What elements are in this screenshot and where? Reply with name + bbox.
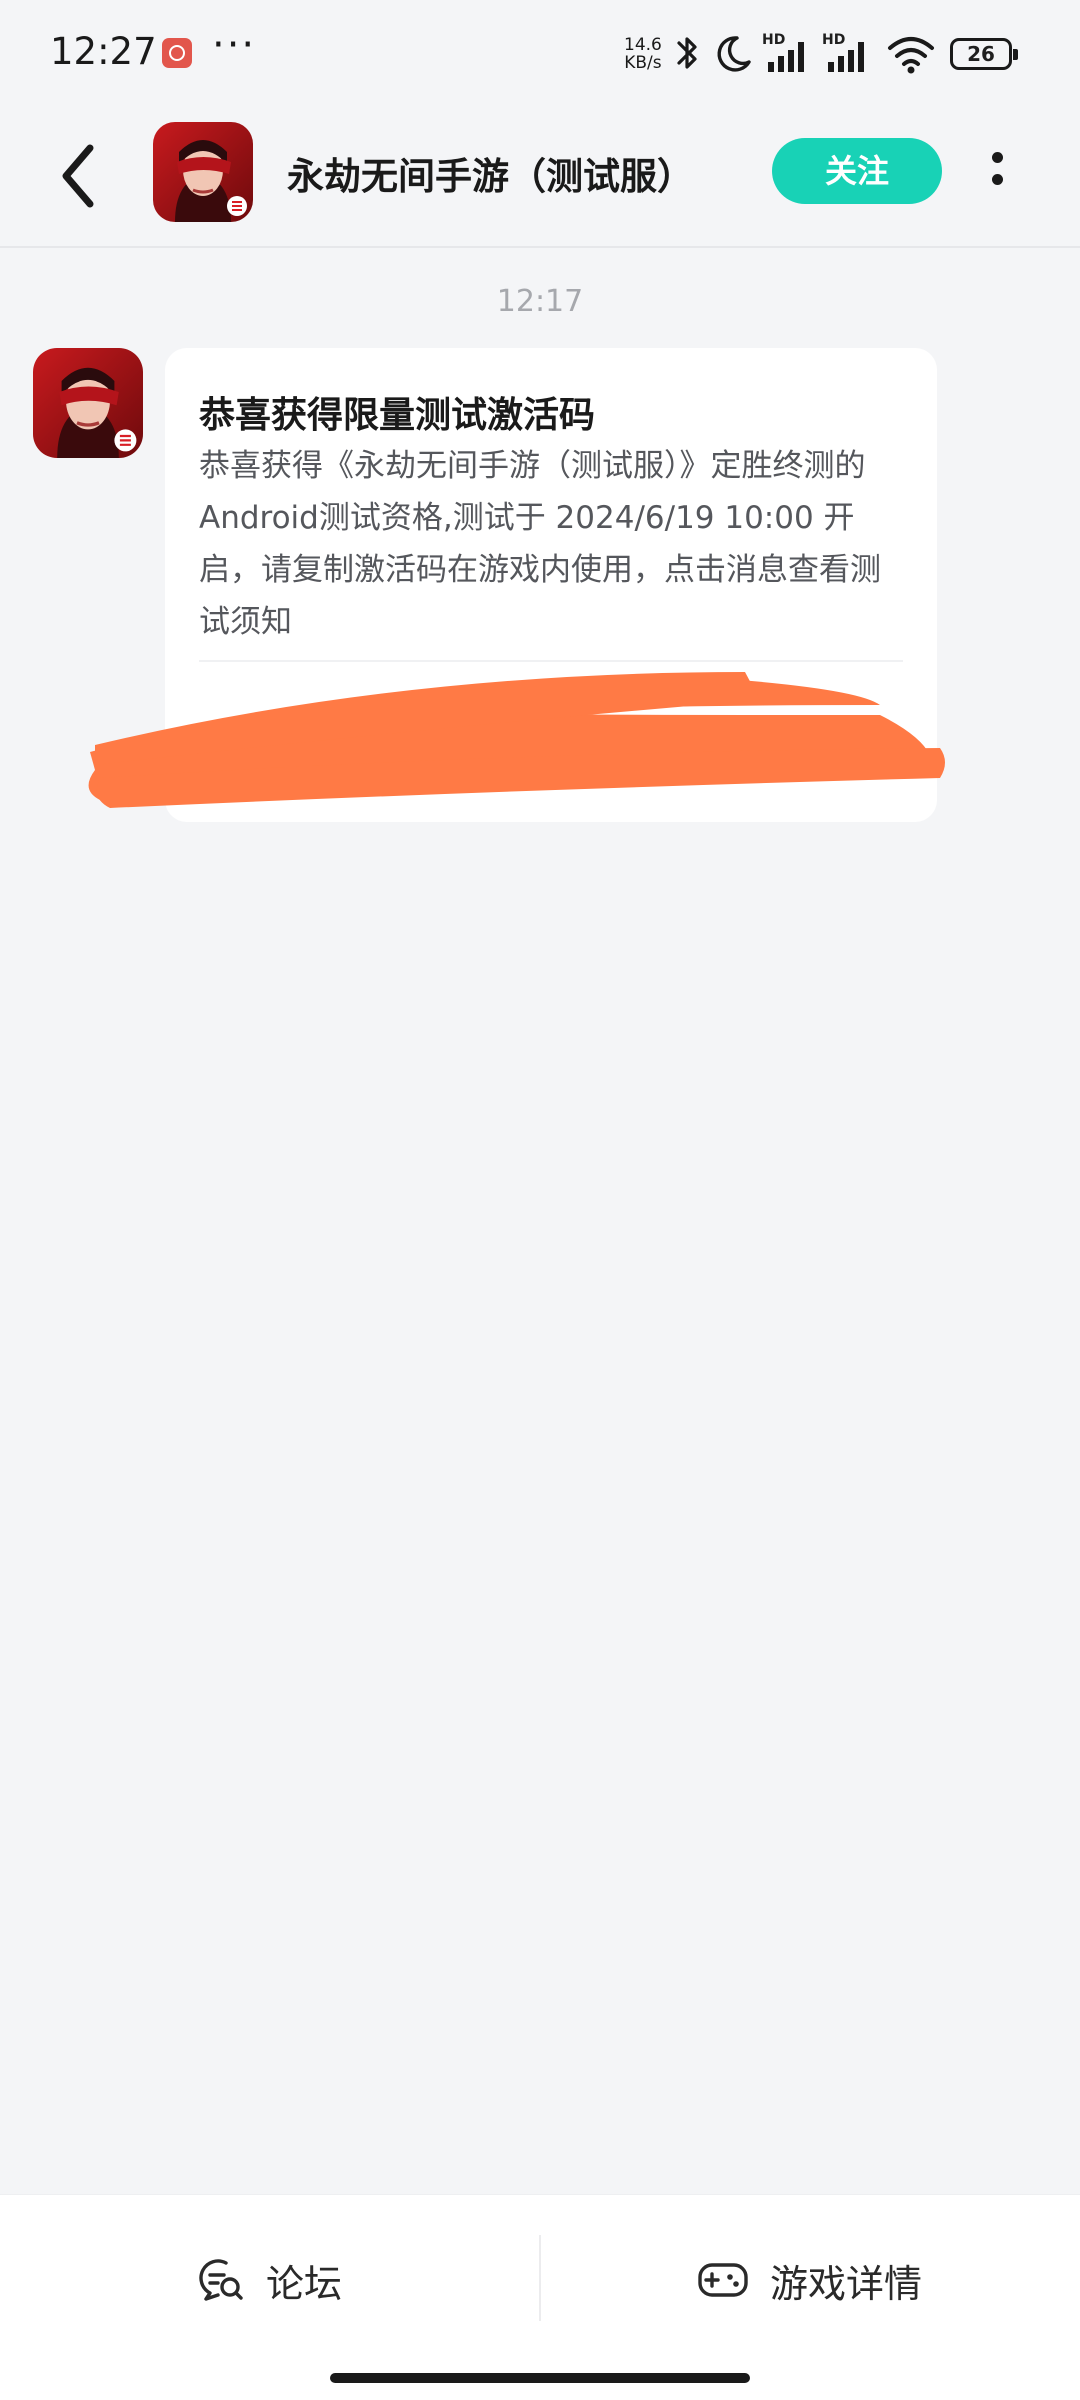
battery-indicator: 26 bbox=[950, 38, 1018, 70]
message-timestamp: 12:17 bbox=[496, 284, 584, 319]
wifi-icon bbox=[888, 37, 934, 74]
bottom-bar: 论坛 游戏详情 bbox=[0, 2194, 1080, 2400]
bluetooth-icon bbox=[677, 37, 697, 69]
gamepad-icon bbox=[698, 2263, 748, 2297]
network-speed-value: 14.6 bbox=[624, 35, 662, 55]
more-options-button[interactable] bbox=[978, 146, 1018, 206]
message-card[interactable]: 恭喜获得限量测试激活码 恭喜获得《永劫无间手游（测试服）》定胜终测的Androi… bbox=[165, 348, 937, 822]
forum-tab-label: 论坛 bbox=[266, 2261, 343, 2306]
status-bar: 12:27 ··· 14.6 KB/s HD HD 26 bbox=[0, 0, 1080, 106]
game-detail-tab[interactable]: 游戏详情 bbox=[696, 2245, 922, 2315]
status-time: 12:27 bbox=[50, 30, 157, 73]
chat-header: 永劫无间手游（测试服） 关注 bbox=[0, 106, 1080, 248]
back-button[interactable] bbox=[52, 138, 108, 214]
page-title: 永劫无间手游（测试服） bbox=[287, 155, 694, 198]
message-title: 恭喜获得限量测试激活码 bbox=[199, 395, 596, 436]
app-notification-icon bbox=[162, 38, 192, 68]
home-indicator[interactable] bbox=[330, 2373, 750, 2383]
tab-separator bbox=[539, 2235, 541, 2321]
message-body: 恭喜获得《永劫无间手游（测试服）》定胜终测的Android测试资格,测试于 20… bbox=[199, 448, 881, 640]
more-vertical-icon bbox=[992, 152, 1003, 163]
forum-tab[interactable]: 论坛 bbox=[196, 2245, 342, 2315]
game-detail-tab-label: 游戏详情 bbox=[770, 2261, 923, 2306]
more-notifications-icon: ··· bbox=[212, 22, 257, 68]
screen: 12:27 ··· 14.6 KB/s HD HD 26 永劫无间手游（测试服）… bbox=[0, 0, 1080, 2400]
game-avatar[interactable] bbox=[153, 122, 253, 222]
signal-1-icon: HD bbox=[762, 32, 812, 74]
sender-avatar[interactable] bbox=[33, 348, 143, 458]
message-divider bbox=[199, 660, 903, 662]
network-speed-unit: KB/s bbox=[624, 53, 662, 73]
signal-2-icon: HD bbox=[822, 32, 872, 74]
network-speed: 14.6 KB/s bbox=[624, 36, 662, 72]
forum-chat-icon bbox=[199, 2259, 243, 2301]
follow-button[interactable]: 关注 bbox=[772, 138, 942, 204]
moon-icon bbox=[717, 36, 751, 72]
